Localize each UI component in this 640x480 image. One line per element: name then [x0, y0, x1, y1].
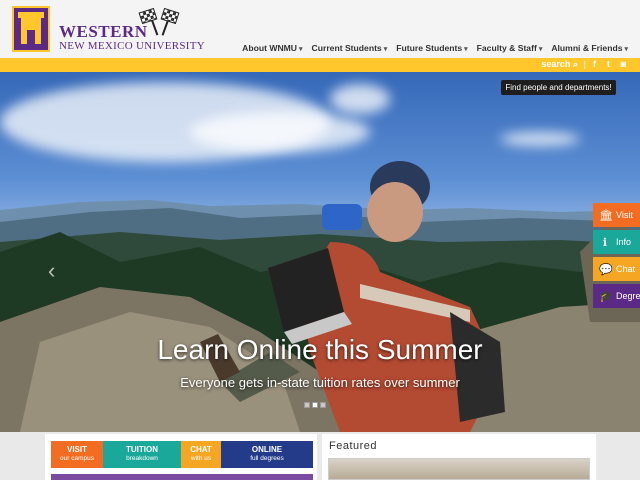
nav-faculty-staff[interactable]: Faculty & Staff ▾ — [477, 43, 543, 53]
checkered-flags-icon — [138, 6, 184, 36]
utility-bar: search ⌕ | f t ◙ — [0, 58, 640, 72]
featured-panel: Featured — [322, 434, 596, 480]
slide-dot[interactable] — [320, 402, 326, 408]
search-tooltip: Find people and departments! — [501, 80, 616, 95]
main-nav: About WNMU ▾ Current Students ▾ Future Stu… — [242, 43, 628, 53]
divider: | — [583, 59, 586, 69]
wordmark-university[interactable]: NEW MEXICO UNIVERSITY — [59, 40, 205, 52]
info-icon: ℹ — [602, 236, 608, 249]
nav-current-students[interactable]: Current Students ▾ — [312, 43, 388, 53]
chevron-down-icon: ▾ — [464, 46, 468, 53]
hero-slideshow[interactable]: ‹ Learn Online this Summer Everyone gets… — [0, 72, 640, 432]
prev-slide-icon[interactable]: ‹ — [48, 258, 55, 284]
slide-indicators — [304, 402, 326, 408]
site-header: WESTERN NEW MEXICO UNIVERSITY About WNMU… — [0, 0, 640, 58]
building-icon: 🏛 — [599, 209, 613, 222]
instagram-icon[interactable]: ◙ — [621, 59, 626, 69]
nav-future-students[interactable]: Future Students ▾ — [396, 43, 467, 53]
chevron-down-icon: ▾ — [299, 46, 303, 53]
university-logo[interactable] — [12, 6, 50, 52]
sidetab-visit[interactable]: 🏛 Visit — [593, 203, 640, 227]
featured-heading: Featured — [329, 440, 378, 452]
nav-alumni-friends[interactable]: Alumni & Friends ▾ — [551, 43, 628, 53]
featured-image[interactable] — [328, 458, 590, 480]
quick-link-visit[interactable]: VISIT our campus — [51, 441, 103, 468]
chat-icon: 💬 — [599, 263, 613, 276]
chevron-down-icon: ▾ — [624, 46, 628, 53]
search-icon: ⌕ — [572, 59, 578, 69]
search-button[interactable]: search ⌕ — [541, 59, 578, 70]
sidetab-chat[interactable]: 💬 Chat — [593, 257, 640, 281]
graduation-cap-icon: 🎓 — [599, 290, 613, 303]
quick-link-online[interactable]: ONLINE full degrees — [221, 441, 313, 468]
quick-link-chat[interactable]: CHAT with us — [181, 441, 221, 468]
quick-links-panel: VISIT our campus TUITION breakdown CHAT wit… — [45, 434, 317, 480]
twitter-icon[interactable]: t — [607, 59, 610, 69]
facebook-icon[interactable]: f — [593, 59, 596, 69]
slide-dot[interactable] — [304, 402, 310, 408]
divider — [51, 474, 313, 480]
slide-dot[interactable] — [312, 402, 318, 408]
chevron-down-icon: ▾ — [383, 46, 388, 53]
sidetab-degrees[interactable]: 🎓Degrees — [593, 284, 640, 308]
chevron-down-icon: ▾ — [538, 46, 543, 53]
hero-title[interactable]: Learn Online this Summer — [0, 334, 640, 366]
nav-about[interactable]: About WNMU ▾ — [242, 43, 302, 53]
wordmark-western[interactable]: WESTERN — [59, 22, 148, 42]
sidetab-info[interactable]: ℹ Info — [593, 230, 640, 254]
quick-link-tuition[interactable]: TUITION breakdown — [103, 441, 181, 468]
hero-subtitle: Everyone gets in-state tuition rates ove… — [180, 375, 460, 390]
